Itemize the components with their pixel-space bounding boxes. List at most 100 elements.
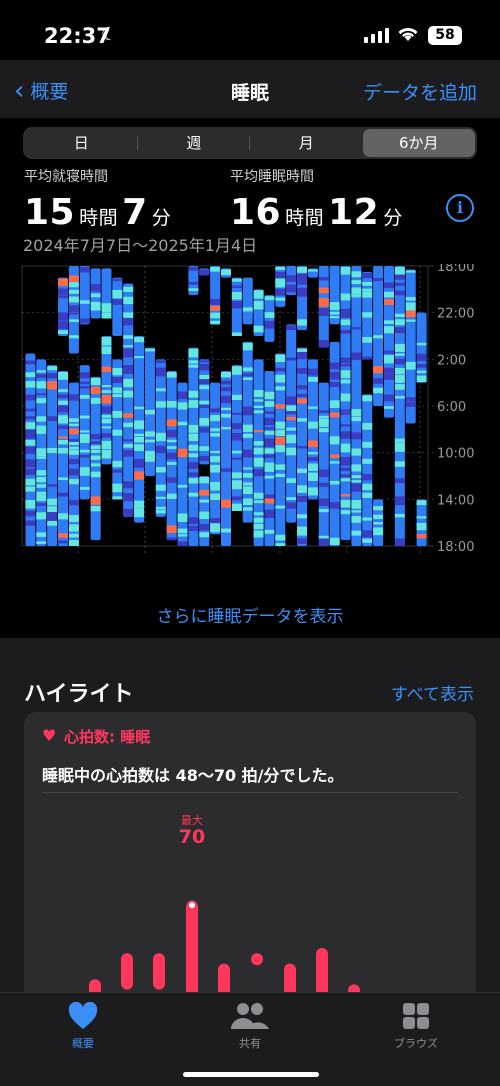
sleep-stage-segment bbox=[373, 378, 384, 384]
sleep-stage-segment bbox=[264, 296, 275, 301]
sleep-stage-segment bbox=[90, 455, 101, 460]
sleep-stage-segment bbox=[25, 429, 36, 439]
sleep-stage-segment bbox=[188, 348, 199, 358]
sleep-week-column bbox=[188, 266, 199, 546]
sleep-stage-segment bbox=[112, 469, 123, 473]
sleep-stage-segment bbox=[199, 379, 210, 384]
sleep-stage-segment bbox=[166, 452, 177, 460]
sleep-stage-segment bbox=[242, 367, 253, 372]
sleep-stage-segment bbox=[275, 278, 286, 288]
sleep-stage-segment bbox=[47, 366, 58, 371]
sleep-stage-segment bbox=[188, 444, 199, 451]
sleep-session-bar bbox=[286, 324, 297, 523]
sleep-week-column bbox=[58, 277, 69, 546]
sleep-stage-segment bbox=[36, 398, 47, 404]
sleep-stage-segment bbox=[79, 486, 90, 490]
sleep-stage-segment bbox=[351, 480, 362, 483]
sleep-stage-segment bbox=[101, 312, 112, 319]
sleep-stage-segment bbox=[394, 290, 405, 296]
sleep-week-column bbox=[264, 295, 275, 546]
sleep-stage-segment bbox=[297, 368, 308, 374]
sleep-stage-segment bbox=[264, 462, 275, 469]
sleep-stage-segment bbox=[47, 521, 58, 526]
sleep-stage-segment bbox=[383, 320, 394, 324]
sleep-stage-segment bbox=[307, 440, 318, 448]
sleep-stage-segment bbox=[373, 335, 384, 339]
sleep-stage-segment bbox=[231, 285, 242, 288]
sleep-stage-segment bbox=[210, 428, 221, 432]
sleep-stage-segment bbox=[394, 353, 405, 356]
y-tick-label: 22:00 bbox=[437, 307, 474, 322]
sleep-stage-segment bbox=[58, 439, 69, 445]
show-all-link[interactable]: すべて表示 bbox=[391, 680, 474, 705]
heart-rate-highlight-card[interactable]: ♥ 心拍数: 睡眠 睡眠中の心拍数は 48〜70 拍/分でした。 最大 70 bbox=[24, 712, 476, 1032]
sleep-stage-segment bbox=[199, 477, 210, 484]
sleep-stage-segment bbox=[231, 292, 242, 300]
y-tick-label: 18:00 bbox=[437, 540, 474, 554]
sleep-stage-segment bbox=[221, 426, 231, 430]
sleep-stage-segment bbox=[383, 282, 394, 289]
info-icon[interactable]: i bbox=[446, 194, 474, 222]
sleep-stage-segment bbox=[90, 505, 101, 512]
segment-month[interactable]: 月 bbox=[250, 129, 363, 157]
sleep-stage-segment bbox=[307, 421, 318, 429]
sleep-stage-segment bbox=[394, 367, 405, 375]
tab-summary[interactable]: 概要 bbox=[43, 999, 123, 1051]
sleep-stage-segment bbox=[351, 448, 362, 456]
sleep-session-bar bbox=[340, 266, 351, 541]
wifi-icon bbox=[397, 24, 419, 47]
sleep-stage-segment bbox=[318, 287, 329, 294]
sleep-stage-segment bbox=[101, 433, 112, 438]
sleep-week-column bbox=[383, 266, 394, 418]
sleep-stage-segment bbox=[318, 308, 329, 316]
sleep-stage-segment bbox=[25, 416, 36, 420]
sleep-stage-segment bbox=[58, 405, 69, 413]
sleep-stage-segment bbox=[79, 381, 90, 385]
segment-week[interactable]: 週 bbox=[138, 129, 251, 157]
sleep-week-column bbox=[166, 371, 177, 541]
sleep-week-column bbox=[79, 266, 90, 500]
sleep-week-column bbox=[123, 283, 134, 517]
sleep-stage-segment bbox=[351, 499, 362, 509]
sleep-stage-segment bbox=[275, 297, 286, 301]
sleep-stage-segment bbox=[134, 508, 145, 518]
sleep-stage-segment bbox=[275, 464, 286, 470]
sleep-stage-segment bbox=[199, 446, 210, 451]
sleep-session-bar bbox=[134, 336, 145, 523]
sleep-stage-segment bbox=[47, 447, 58, 454]
sleep-stage-segment bbox=[362, 538, 373, 543]
sleep-stage-segment bbox=[25, 486, 36, 492]
sleep-stage-segment bbox=[383, 326, 394, 334]
sleep-stage-segment bbox=[318, 277, 329, 281]
sleep-stage-segment bbox=[177, 391, 188, 400]
sleep-stage-segment bbox=[123, 413, 134, 418]
show-more-sleep-data-link[interactable]: さらに睡眠データを表示 bbox=[0, 602, 500, 627]
period-segmented-control[interactable]: 日 週 月 6か月 bbox=[23, 127, 477, 159]
sleep-stage-segment bbox=[112, 460, 123, 468]
sleep-stage-segment bbox=[166, 439, 177, 443]
sleep-stage-segment bbox=[58, 330, 69, 334]
sleep-stage-segment bbox=[416, 363, 427, 368]
tab-browse[interactable]: ブラウズ bbox=[376, 999, 456, 1051]
sleep-stage-segment bbox=[199, 418, 210, 426]
segment-6-months[interactable]: 6か月 bbox=[362, 129, 475, 157]
tab-sharing[interactable]: 共有 bbox=[210, 999, 290, 1051]
sleep-stage-segment bbox=[25, 520, 36, 526]
sleep-stage-segment bbox=[188, 281, 199, 285]
add-data-button[interactable]: データを追加 bbox=[363, 78, 477, 105]
sleep-stage-segment bbox=[188, 528, 199, 531]
sleep-stage-segment bbox=[286, 434, 297, 444]
sleep-stage-segment bbox=[210, 518, 221, 524]
sleep-stage-segment bbox=[297, 495, 308, 503]
sleep-stage-segment bbox=[231, 423, 242, 430]
sleep-stage-segment bbox=[405, 397, 416, 402]
sleep-stage-segment bbox=[264, 454, 275, 458]
sleep-stage-segment bbox=[231, 332, 242, 336]
segment-day[interactable]: 日 bbox=[25, 129, 138, 157]
sleep-stage-segment bbox=[242, 498, 253, 506]
sleep-stages-chart[interactable]: 18:0022:002:006:0010:0014:0018:008月9月10月… bbox=[0, 264, 500, 554]
sleep-stage-segment bbox=[297, 287, 308, 297]
sleep-stage-segment bbox=[166, 446, 177, 449]
sleep-stage-segment bbox=[36, 381, 47, 389]
max-value: 70 bbox=[178, 826, 206, 848]
